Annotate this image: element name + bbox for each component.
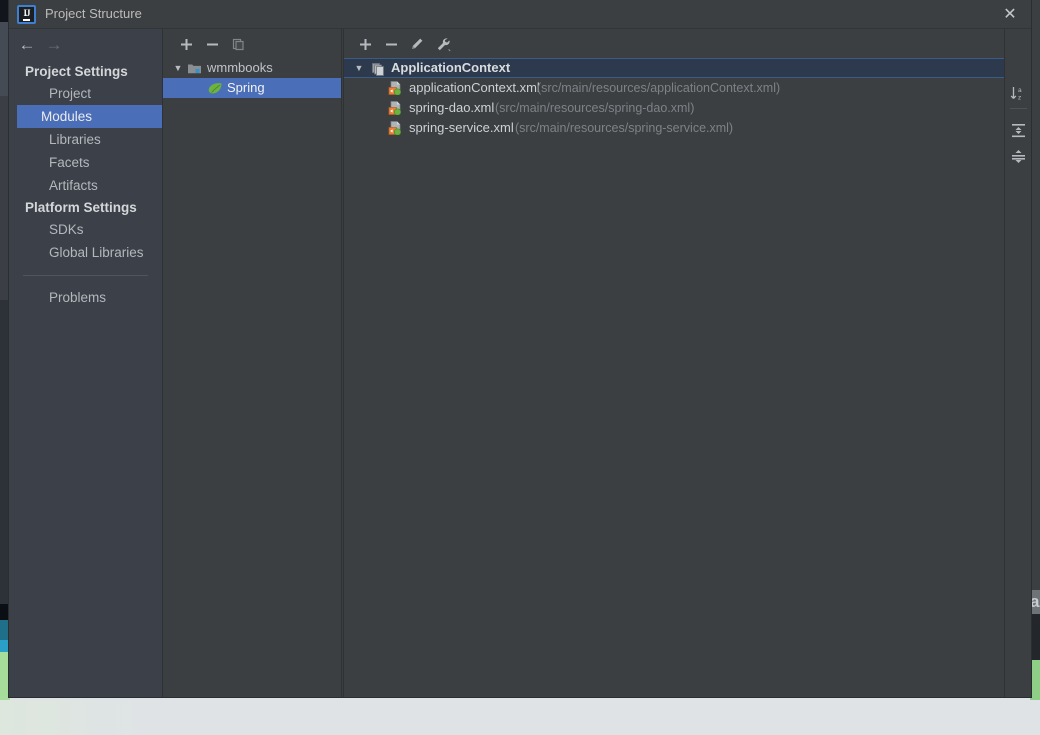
sidebar-list: Project Settings Project Modules Librari… <box>9 58 163 309</box>
tree-row-label: Spring <box>227 80 265 95</box>
settings-sidebar: ← → Project Settings Project Modules Lib… <box>9 29 163 697</box>
context-file-name: spring-dao.xml <box>409 100 495 115</box>
sidebar-divider <box>23 275 148 276</box>
pencil-icon <box>412 38 423 49</box>
spring-xml-file-icon <box>388 81 403 96</box>
application-context-icon <box>371 62 385 76</box>
svg-text:a: a <box>1018 87 1022 94</box>
spring-xml-file-icon <box>388 121 403 136</box>
spring-leaf-icon <box>207 81 222 95</box>
plus-icon <box>359 38 371 50</box>
sidebar-item-project[interactable]: Project <box>17 82 162 105</box>
sidebar-item-problems[interactable]: Problems <box>17 286 162 309</box>
wrench-icon <box>437 37 451 51</box>
copy-icon <box>232 38 244 50</box>
expand-all-icon <box>1012 124 1025 138</box>
modules-toolbar <box>163 29 341 58</box>
context-root-label: ApplicationContext <box>391 60 511 75</box>
collapse-all-icon <box>1012 150 1025 163</box>
project-structure-dialog: IJ Project Structure ✕ ← → Project Setti… <box>8 0 1032 698</box>
rail-divider <box>1010 108 1027 109</box>
add-module-button[interactable] <box>175 33 197 55</box>
collapse-all-button[interactable] <box>1007 145 1030 168</box>
spring-xml-file-icon <box>388 101 403 116</box>
sidebar-item-facets[interactable]: Facets <box>17 151 162 174</box>
sidebar-navbar: ← → <box>9 29 162 58</box>
sort-alphabetically-button[interactable]: a z <box>1007 82 1030 105</box>
sidebar-item-modules[interactable]: Modules <box>17 105 163 128</box>
intellij-logo-text: IJ <box>23 8 31 21</box>
context-file-row[interactable]: applicationContext.xml (src/main/resourc… <box>343 78 1004 98</box>
expand-all-button[interactable] <box>1007 119 1030 142</box>
context-file-name: applicationContext.xml <box>409 80 540 95</box>
context-tree: ▼ ApplicationContext applicationContext.… <box>343 58 1004 138</box>
dialog-title: Project Structure <box>45 6 142 21</box>
sidebar-item-libraries[interactable]: Libraries <box>17 128 162 151</box>
panel-splitter[interactable] <box>343 29 344 697</box>
sidebar-header-platform-settings: Platform Settings <box>25 200 137 215</box>
svg-text:z: z <box>1018 95 1021 102</box>
minus-icon <box>385 43 397 45</box>
minus-icon <box>206 43 218 45</box>
remove-context-button[interactable] <box>380 33 402 55</box>
chevron-down-icon[interactable]: ▼ <box>352 59 366 77</box>
context-file-path: (src/main/resources/spring-service.xml) <box>515 121 734 135</box>
context-file-name: spring-service.xml <box>409 120 514 135</box>
plus-icon <box>180 38 192 50</box>
sidebar-item-artifacts[interactable]: Artifacts <box>17 174 162 197</box>
sidebar-header-project-settings: Project Settings <box>25 64 128 79</box>
modules-tree: ▼ wmmbooks Spring <box>163 58 341 98</box>
settings-context-button[interactable] <box>432 33 454 55</box>
copy-module-button[interactable] <box>227 33 249 55</box>
context-file-path: (src/main/resources/applicationContext.x… <box>537 81 781 95</box>
dialog-titlebar: IJ Project Structure ✕ <box>9 0 1031 29</box>
tree-row[interactable]: ▼ wmmbooks <box>163 58 341 78</box>
context-file-row[interactable]: spring-service.xml (src/main/resources/s… <box>343 118 1004 138</box>
application-context-panel: ▼ ApplicationContext applicationContext.… <box>343 29 1004 697</box>
taskbar: CSDN @奔走的王木木Sir <box>0 700 1040 735</box>
sidebar-item-global-libraries[interactable]: Global Libraries <box>17 241 162 264</box>
screen: a IJ Project Structure ✕ ← → Project Set… <box>0 0 1040 735</box>
arrow-right-icon[interactable]: → <box>43 33 65 55</box>
edit-context-button[interactable] <box>406 33 428 55</box>
dialog-body: ← → Project Settings Project Modules Lib… <box>9 29 1031 697</box>
context-file-path: (src/main/resources/spring-dao.xml) <box>495 101 695 115</box>
context-tree-actions-rail: a z <box>1004 29 1031 697</box>
sort-az-icon: a z <box>1010 87 1022 102</box>
tree-row-label: wmmbooks <box>207 60 273 75</box>
context-file-row[interactable]: spring-dao.xml (src/main/resources/sprin… <box>343 98 1004 118</box>
add-context-button[interactable] <box>354 33 376 55</box>
module-folder-icon <box>187 61 202 75</box>
modules-panel: ▼ wmmbooks Spring <box>162 29 342 697</box>
context-root-row[interactable]: ▼ ApplicationContext <box>343 58 1004 78</box>
chevron-down-icon[interactable]: ▼ <box>171 58 185 78</box>
intellij-idea-icon: IJ <box>17 5 36 24</box>
remove-module-button[interactable] <box>201 33 223 55</box>
sidebar-item-sdks[interactable]: SDKs <box>17 218 162 241</box>
tree-row[interactable]: Spring <box>163 78 341 98</box>
context-toolbar <box>343 29 1004 58</box>
arrow-left-icon[interactable]: ← <box>16 33 38 55</box>
close-icon[interactable]: ✕ <box>999 5 1021 25</box>
